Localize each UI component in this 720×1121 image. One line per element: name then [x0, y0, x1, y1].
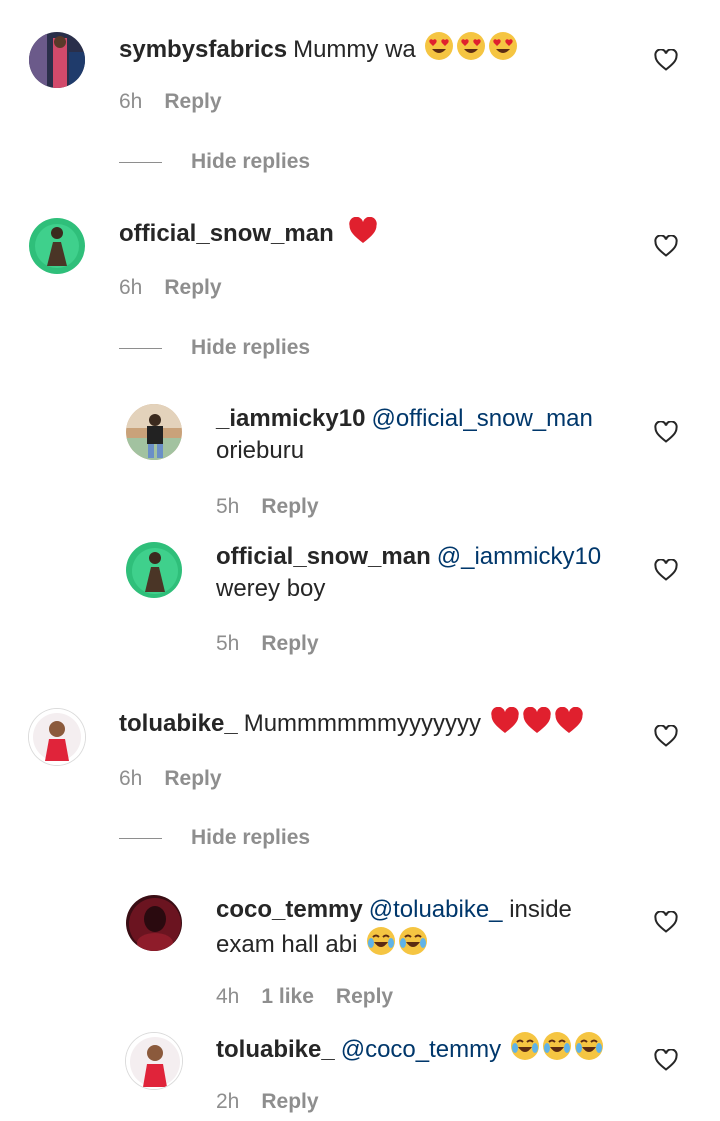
comment-body: Mummmmmmyyyyyyy [243, 710, 481, 737]
tears-of-joy-emoji-icon [398, 926, 428, 956]
avatar-official-snow-man[interactable] [29, 218, 85, 274]
mention-link[interactable]: @coco_temmy [341, 1036, 501, 1063]
like-heart-icon[interactable] [654, 235, 678, 257]
hide-replies-button[interactable]: Hide replies [119, 150, 310, 174]
reply-username[interactable]: coco_temmy [216, 896, 363, 923]
red-heart-emoji-icon [490, 707, 520, 735]
divider-line [119, 837, 162, 839]
mention-link[interactable]: @official_snow_man [371, 405, 592, 432]
comment-username[interactable]: symbysfabrics [119, 36, 287, 63]
mention-link[interactable]: @_iammicky10 [437, 543, 601, 570]
tears-of-joy-emoji-icon [510, 1031, 540, 1061]
like-heart-icon[interactable] [654, 725, 678, 747]
reply-button[interactable]: Reply [164, 276, 221, 299]
comment-time: 6h [119, 767, 143, 790]
avatar-symbysfabrics[interactable] [29, 32, 85, 88]
comment-username[interactable]: official_snow_man [119, 220, 334, 247]
heart-eyes-emoji-icon [424, 31, 454, 61]
reply-time: 4h [216, 985, 240, 1008]
comment-text: toluabike_ Mummmmmmyyyyyyy [119, 707, 584, 740]
comment-username[interactable]: toluabike_ [119, 710, 238, 737]
mention-link[interactable]: @toluabike_ [369, 896, 503, 923]
likes-count[interactable]: 1 like [261, 985, 314, 1008]
hide-replies-button[interactable]: Hide replies [119, 336, 310, 360]
tears-of-joy-emoji-icon [542, 1031, 572, 1061]
reply-button[interactable]: Reply [164, 90, 221, 113]
comment-text: symbysfabrics Mummy wa [119, 31, 518, 66]
reply-time: 2h [216, 1090, 240, 1113]
comment-time: 6h [119, 90, 143, 113]
avatar-official-snow-man[interactable] [126, 542, 182, 598]
avatar-coco-temmy[interactable] [126, 895, 182, 951]
divider-line [119, 161, 162, 163]
reply-text: toluabike_ @coco_temmy [216, 1031, 636, 1066]
heart-eyes-emoji-icon [488, 31, 518, 61]
like-heart-icon[interactable] [654, 1049, 678, 1071]
reply-button[interactable]: Reply [336, 985, 393, 1008]
reply-body: inside [509, 896, 572, 923]
hide-replies-button[interactable]: Hide replies [119, 826, 310, 850]
reply-button[interactable]: Reply [261, 495, 318, 518]
reply-text: coco_temmy @toluabike_ inside exam hall a… [216, 894, 636, 961]
tears-of-joy-emoji-icon [574, 1031, 604, 1061]
reply-button[interactable]: Reply [261, 632, 318, 655]
avatar-toluabike[interactable] [126, 1033, 182, 1089]
divider-line [119, 347, 162, 349]
reply-meta: 5h Reply [216, 495, 341, 519]
heart-eyes-emoji-icon [456, 31, 486, 61]
red-heart-emoji-icon [348, 217, 378, 245]
reply-meta: 2h Reply [216, 1090, 341, 1114]
reply-button[interactable]: Reply [164, 767, 221, 790]
hide-replies-label: Hide replies [191, 826, 311, 849]
reply-username[interactable]: official_snow_man [216, 543, 431, 570]
comment-meta: 6h Reply [119, 767, 244, 791]
tears-of-joy-emoji-icon [366, 926, 396, 956]
red-heart-emoji-icon [522, 707, 552, 735]
reply-body: werey boy [216, 575, 326, 602]
reply-text: official_snow_man @_iammicky10 werey boy [216, 541, 636, 605]
reply-username[interactable]: _iammicky10 [216, 405, 365, 432]
hide-replies-label: Hide replies [191, 150, 311, 173]
avatar-iammicky10[interactable] [126, 404, 182, 460]
red-heart-emoji-icon [554, 707, 584, 735]
comment-text: official_snow_man [119, 217, 378, 250]
reply-button[interactable]: Reply [261, 1090, 318, 1113]
reply-text: _iammicky10 @official_snow_man orieburu [216, 403, 636, 467]
reply-body-continued: exam hall abi [216, 931, 358, 958]
comment-time: 6h [119, 276, 143, 299]
reply-time: 5h [216, 495, 240, 518]
reply-meta: 4h 1 like Reply [216, 985, 415, 1009]
reply-time: 5h [216, 632, 240, 655]
hide-replies-label: Hide replies [191, 336, 311, 359]
comment-meta: 6h Reply [119, 90, 244, 114]
reply-username[interactable]: toluabike_ [216, 1036, 335, 1063]
like-heart-icon[interactable] [654, 421, 678, 443]
reply-meta: 5h Reply [216, 632, 341, 656]
comment-body: Mummy wa [293, 36, 416, 63]
like-heart-icon[interactable] [654, 559, 678, 581]
comment-meta: 6h Reply [119, 276, 244, 300]
avatar-toluabike[interactable] [29, 709, 85, 765]
like-heart-icon[interactable] [654, 49, 678, 71]
like-heart-icon[interactable] [654, 911, 678, 933]
reply-body: orieburu [216, 437, 305, 464]
